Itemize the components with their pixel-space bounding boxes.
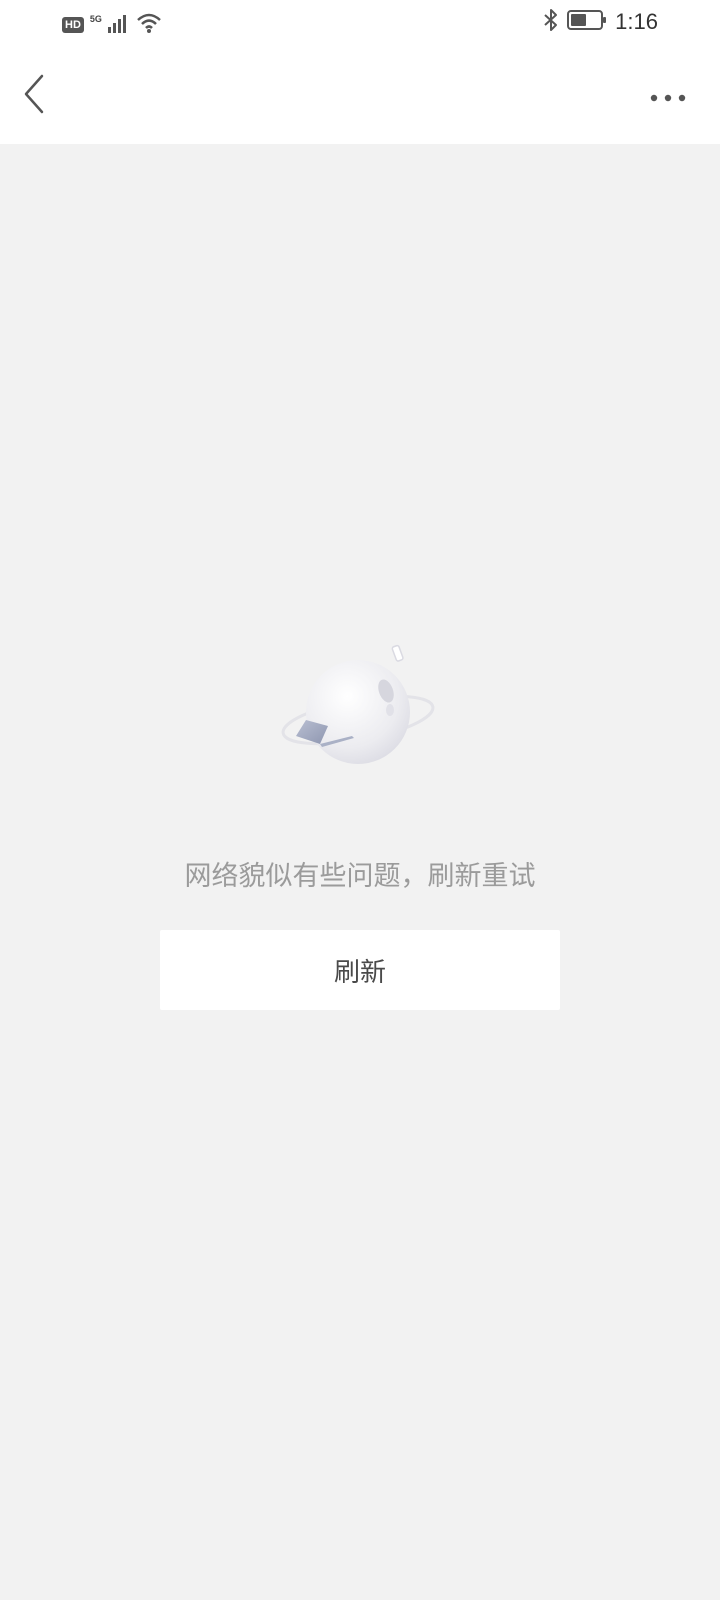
back-button[interactable] [14,72,54,120]
planet-laptop-illustration [278,644,442,774]
more-dots-icon [650,87,686,106]
refresh-button[interactable]: 刷新 [160,930,560,1010]
status-bar: HD 5G 1:16 [0,0,720,48]
battery-icon [567,9,607,35]
status-left: HD 5G [62,12,162,38]
chevron-left-icon [22,74,46,118]
network-type-label: 5G [89,14,102,24]
signal-icon [107,13,130,37]
bluetooth-icon [543,8,559,36]
title-bar [0,48,720,144]
network-error-message: 网络貌似有些问题，刷新重试 [184,861,536,892]
status-time: 1:16 [615,9,658,34]
hd-badge: HD [62,17,84,33]
wifi-icon [136,12,162,38]
content-area: 网络貌似有些问题，刷新重试 刷新 [0,144,720,1600]
status-right: 1:16 [543,8,658,36]
more-button[interactable] [640,78,696,114]
